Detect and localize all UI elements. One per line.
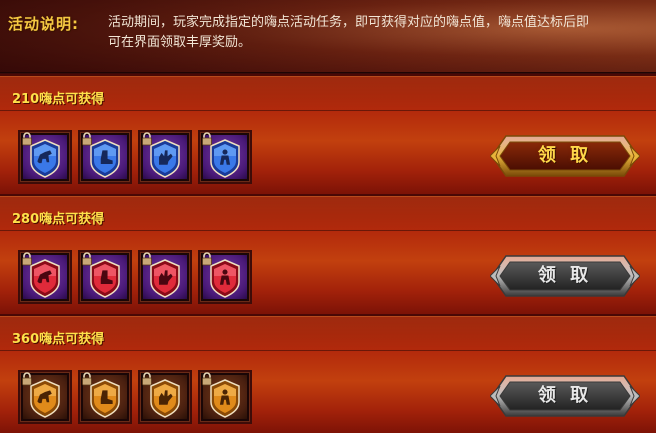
lock-icon xyxy=(22,372,32,386)
reward-item-slot[interactable] xyxy=(78,250,132,304)
claim-button-label: 领 取 xyxy=(537,385,593,406)
claim-button-label: 领 取 xyxy=(537,145,593,166)
lock-icon xyxy=(82,132,92,146)
reward-title: 280嗨点可获得 xyxy=(12,212,105,227)
reward-item-slot[interactable] xyxy=(18,370,72,424)
lock-icon xyxy=(22,252,32,266)
claim-button[interactable]: 领 取 xyxy=(489,252,641,300)
description-line-2: 可在界面领取丰厚奖励。 xyxy=(108,35,252,50)
description-label: 活动说明: xyxy=(8,15,79,33)
reward-item-slot[interactable] xyxy=(138,370,192,424)
description-line-1: 活动期间，玩家完成指定的嗨点活动任务，即可获得对应的嗨点值，嗨点值达标后即 xyxy=(108,15,590,30)
reward-title: 210嗨点可获得 xyxy=(12,92,105,107)
event-description: 活动说明: 活动期间，玩家完成指定的嗨点活动任务，即可获得对应的嗨点值，嗨点值达… xyxy=(0,0,656,73)
claim-button[interactable]: 领 取 xyxy=(489,132,641,180)
reward-item-slot[interactable] xyxy=(18,250,72,304)
lock-icon xyxy=(82,372,92,386)
lock-icon xyxy=(202,252,212,266)
reward-row-360: 360嗨点可获得 领 取 xyxy=(0,314,656,433)
claim-button-label: 领 取 xyxy=(537,265,593,286)
reward-item-slot[interactable] xyxy=(198,250,252,304)
reward-item-slot[interactable] xyxy=(138,250,192,304)
lock-icon xyxy=(22,132,32,146)
reward-item-slot[interactable] xyxy=(198,130,252,184)
lock-icon xyxy=(82,252,92,266)
description-text: 活动期间，玩家完成指定的嗨点活动任务，即可获得对应的嗨点值，嗨点值达标后即 可在… xyxy=(108,13,656,53)
reward-item-slot[interactable] xyxy=(198,370,252,424)
reward-item-slot[interactable] xyxy=(18,130,72,184)
reward-item-slot[interactable] xyxy=(78,370,132,424)
reward-row-210: 210嗨点可获得 领 取 xyxy=(0,74,656,194)
claim-button[interactable]: 领 取 xyxy=(489,372,641,420)
reward-title: 360嗨点可获得 xyxy=(12,332,105,347)
reward-item-slot[interactable] xyxy=(78,130,132,184)
lock-icon xyxy=(142,372,152,386)
lock-icon xyxy=(142,252,152,266)
reward-row-280: 280嗨点可获得 领 取 xyxy=(0,194,656,314)
lock-icon xyxy=(202,132,212,146)
event-panel: 活动说明: 活动期间，玩家完成指定的嗨点活动任务，即可获得对应的嗨点值，嗨点值达… xyxy=(0,0,656,433)
lock-icon xyxy=(202,372,212,386)
reward-item-slot[interactable] xyxy=(138,130,192,184)
lock-icon xyxy=(142,132,152,146)
